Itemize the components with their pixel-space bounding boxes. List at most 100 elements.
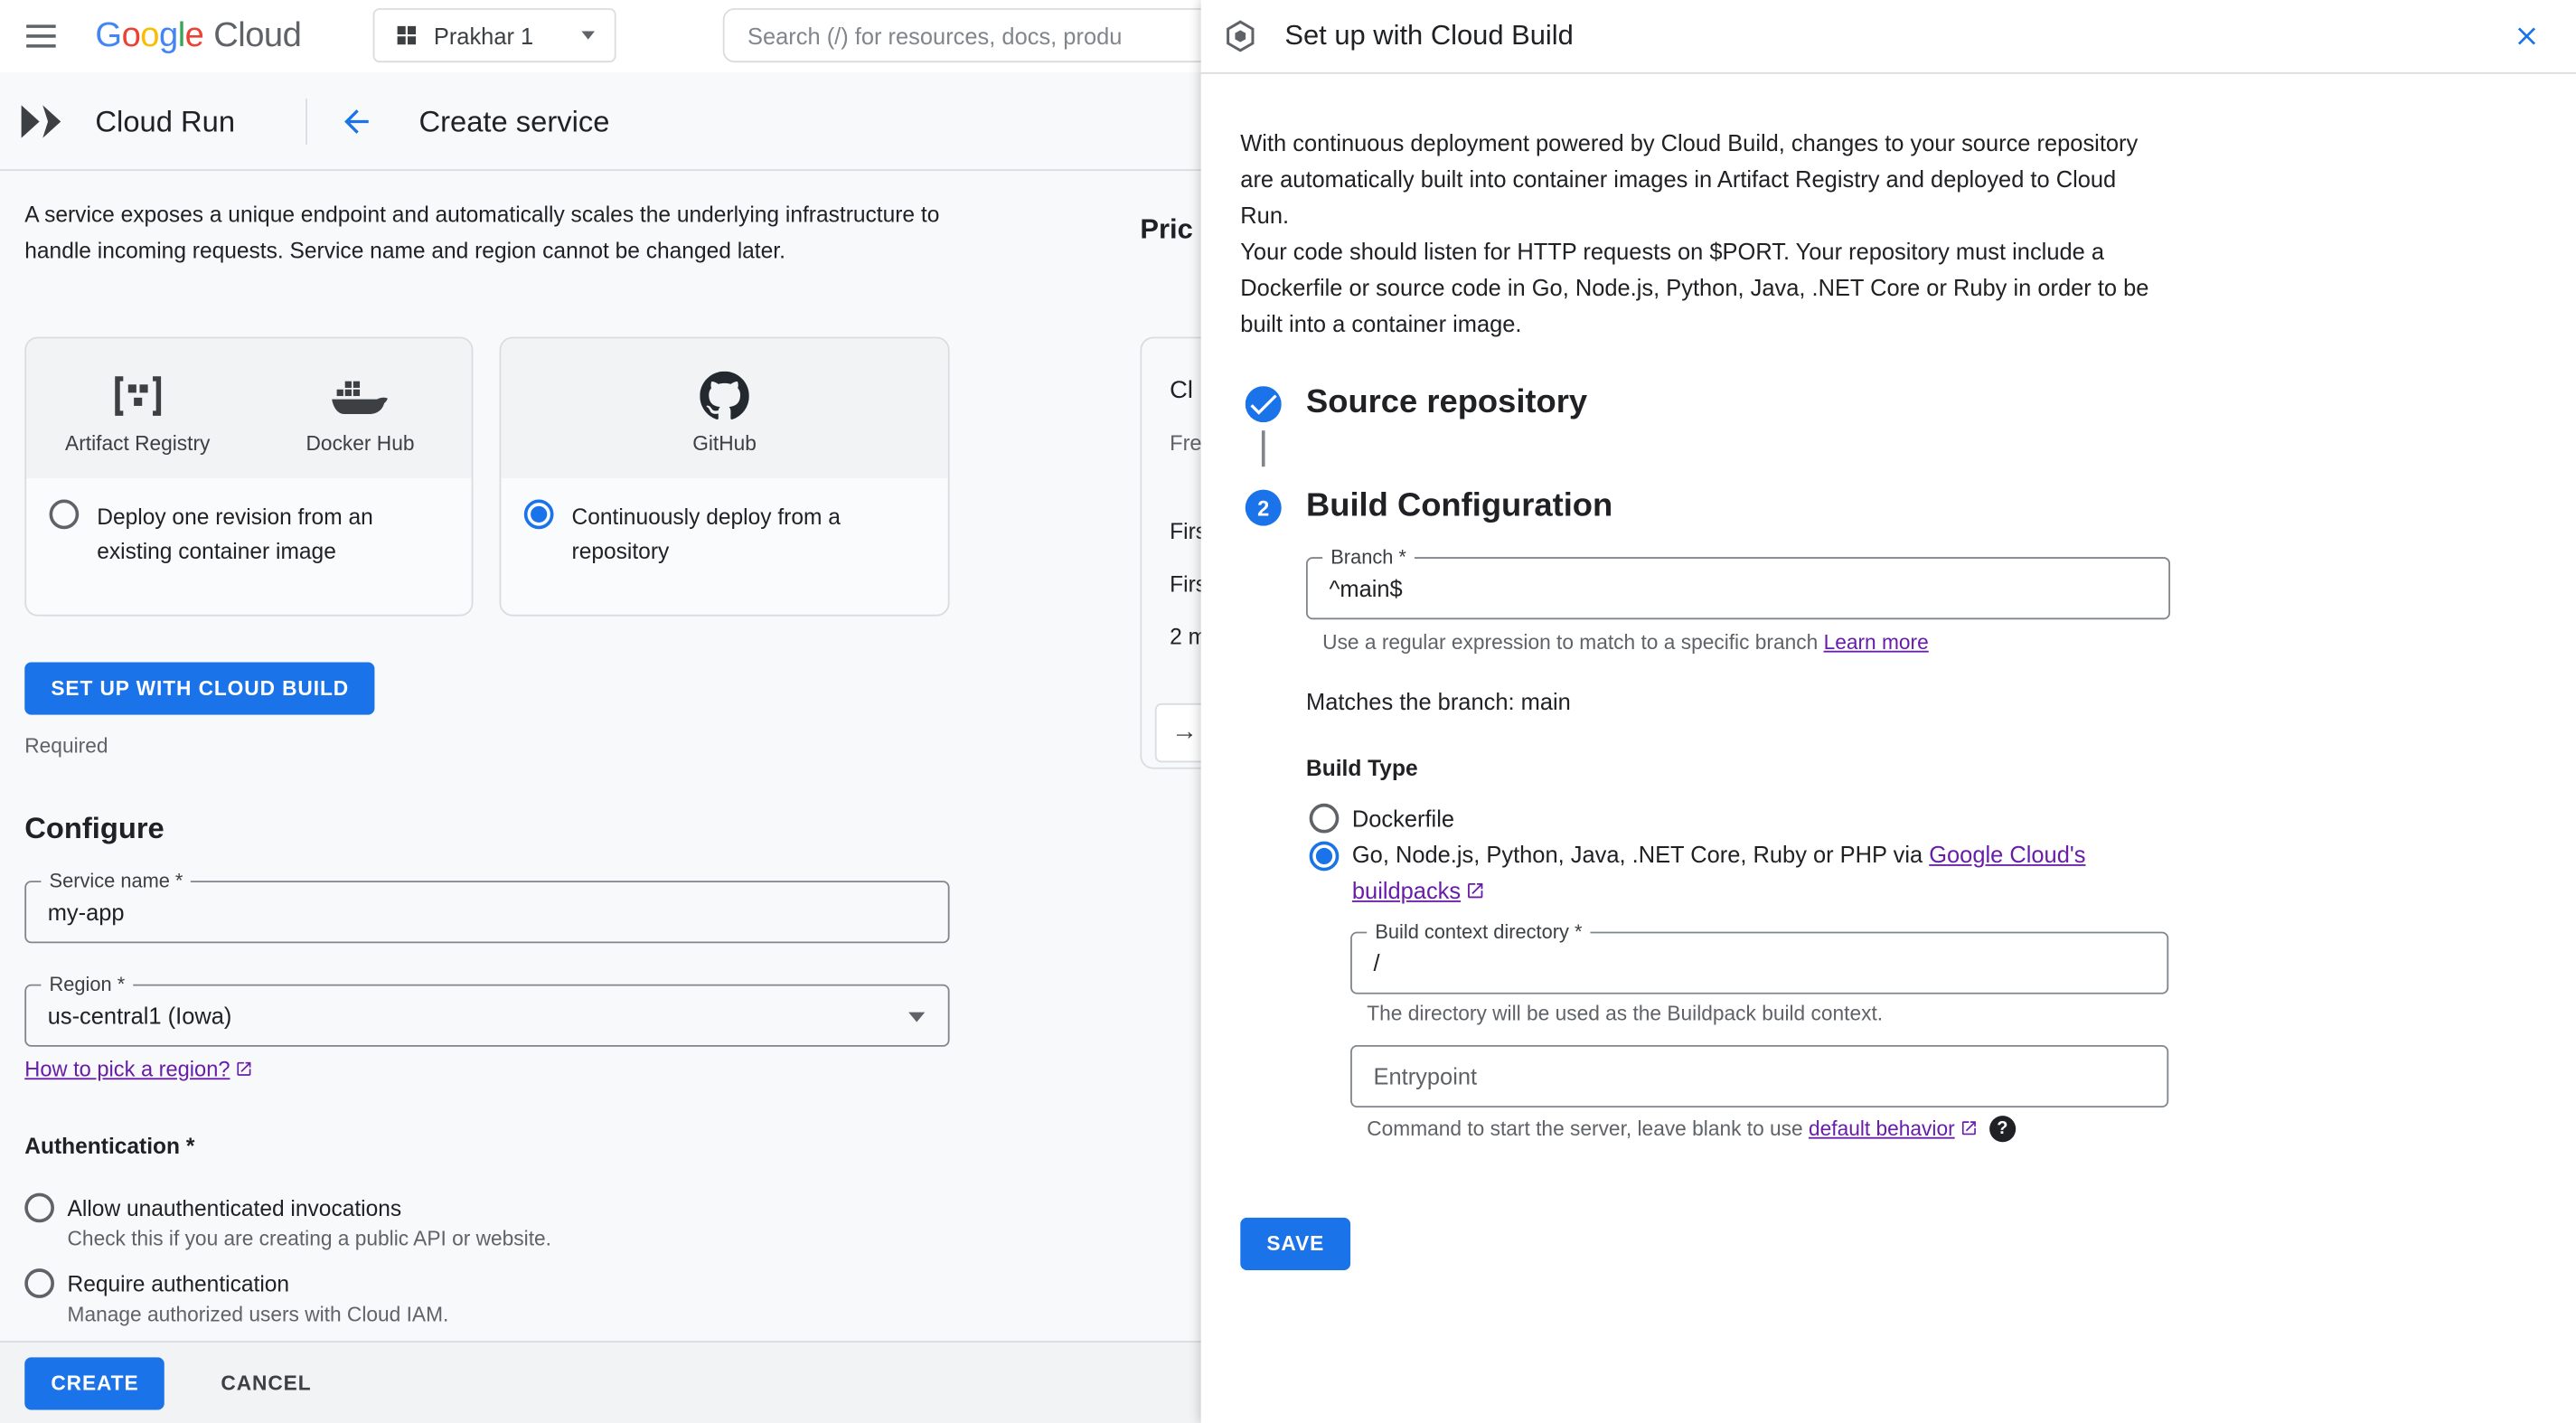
step1-complete-icon — [1245, 386, 1282, 423]
panel-intro: With continuous deployment powered by Cl… — [1240, 125, 2170, 342]
registry-options: Artifact Registry Docker Hub — [26, 338, 472, 478]
save-button[interactable]: SAVE — [1240, 1217, 1351, 1271]
branch-helper: Use a regular expression to match to a s… — [1322, 631, 1929, 654]
google-cloud-logo[interactable]: Google Cloud — [95, 0, 301, 72]
region-label: Region * — [41, 973, 134, 998]
buildpacks-option[interactable]: Go, Node.js, Python, Java, .NET Core, Ru… — [1309, 836, 2111, 909]
buildpacks-label: Go, Node.js, Python, Java, .NET Core, Ru… — [1352, 836, 2111, 909]
learn-more-link[interactable]: Learn more — [1824, 631, 1929, 654]
intro-text: A service exposes a unique endpoint and … — [24, 202, 940, 262]
branch-field[interactable]: Branch * — [1305, 545, 2171, 620]
build-type-label: Build Type — [1305, 756, 1418, 781]
dockerfile-label: Dockerfile — [1351, 805, 1455, 832]
region-help: How to pick a region? — [24, 1057, 253, 1081]
repository-radio-row[interactable]: Continuously deploy from a repository — [501, 478, 947, 590]
close-icon — [2517, 27, 2536, 45]
help-icon[interactable]: ? — [1988, 1116, 2016, 1143]
cloud-run-icon — [20, 104, 66, 148]
setup-cloud-build-button[interactable]: SET UP WITH CLOUD BUILD — [24, 662, 376, 715]
panel-header: Set up with Cloud Build — [1200, 0, 2576, 74]
stepper-connector — [1261, 430, 1265, 467]
step1-title: Source repository — [1305, 384, 1588, 421]
region-help-link[interactable]: How to pick a region? — [24, 1057, 253, 1081]
auth-required-label: Require authentication — [67, 1270, 290, 1296]
project-icon — [397, 25, 417, 45]
docker-hub-label: Docker Hub — [306, 432, 415, 456]
dockerfile-option[interactable]: Dockerfile — [1309, 803, 1455, 834]
artifact-registry-icon — [111, 372, 164, 421]
intro-paragraph-2: Your code should listen for HTTP request… — [1240, 238, 2149, 337]
chevron-down-icon — [908, 1012, 926, 1022]
default-behavior-link-text: default behavior — [1808, 1117, 1955, 1141]
configure-heading: Configure — [24, 811, 165, 845]
entrypoint-field[interactable] — [1350, 1044, 2169, 1108]
screen: Google Cloud Prakhar 1 Cloud Run Create … — [0, 0, 2576, 1423]
docker-hub-option[interactable]: Docker Hub — [249, 372, 471, 456]
entrypoint-input[interactable] — [1373, 1062, 2146, 1090]
radio-unchecked-icon — [24, 1268, 54, 1298]
service-name-field[interactable]: Service name * — [24, 869, 950, 944]
panel-title: Set up with Cloud Build — [1284, 19, 1574, 52]
artifact-registry-option[interactable]: Artifact Registry — [26, 372, 249, 456]
cloud-build-panel: Set up with Cloud Build With continuous … — [1200, 0, 2576, 1423]
cloud-logo-text: Cloud — [213, 16, 302, 54]
branch-helper-text: Use a regular expression to match to a s… — [1322, 630, 1824, 655]
chevron-down-icon — [581, 31, 595, 40]
pricing-card-subtitle: Fre — [1170, 430, 1202, 456]
branch-input[interactable] — [1329, 575, 2148, 602]
external-link-icon — [1468, 882, 1483, 899]
back-button[interactable] — [335, 100, 378, 143]
menu-button[interactable] — [20, 18, 62, 54]
radio-unchecked-icon — [49, 499, 80, 530]
existing-image-card: Artifact Registry Docker Hub Deploy one … — [24, 336, 474, 617]
external-link-icon — [237, 1061, 251, 1076]
branch-label: Branch * — [1322, 545, 1415, 570]
close-button[interactable] — [2504, 14, 2550, 60]
back-arrow-icon — [344, 109, 369, 134]
auth-unauthenticated-desc: Check this if you are creating a public … — [67, 1227, 551, 1251]
step2-number-badge: 2 — [1245, 489, 1282, 526]
hamburger-icon — [26, 24, 56, 48]
entrypoint-helper-text: Command to start the server, leave blank… — [1367, 1117, 1978, 1140]
build-context-helper: The directory will be used as the Buildp… — [1367, 1002, 1884, 1026]
buildpacks-label-prefix: Go, Node.js, Python, Java, .NET Core, Ru… — [1351, 841, 1930, 868]
branch-match-text: Matches the branch: main — [1305, 688, 1571, 715]
cancel-button[interactable]: CANCEL — [208, 1356, 324, 1409]
existing-image-radio-row[interactable]: Deploy one revision from an existing con… — [26, 478, 472, 590]
region-select[interactable]: Region * us-central1 (Iowa) — [24, 973, 950, 1047]
cloud-build-icon — [1222, 16, 1258, 56]
radio-unchecked-icon — [24, 1192, 54, 1223]
region-value: us-central1 (Iowa) — [47, 1002, 232, 1029]
github-icon — [700, 371, 749, 421]
auth-unauthenticated-option[interactable]: Allow unauthenticated invocations — [24, 1192, 402, 1223]
auth-required-desc: Manage authorized users with Cloud IAM. — [67, 1303, 449, 1326]
step2-title: Build Configuration — [1305, 487, 1613, 524]
artifact-registry-label: Artifact Registry — [65, 432, 211, 456]
external-link-icon — [1961, 1121, 1976, 1136]
entrypoint-helper-prefix: Command to start the server, leave blank… — [1367, 1117, 1809, 1141]
build-context-field[interactable]: Build context directory * — [1350, 919, 2169, 994]
pricing-heading: Pric — [1140, 213, 1193, 245]
auth-unauthenticated-label: Allow unauthenticated invocations — [67, 1195, 402, 1220]
service-name-input[interactable] — [47, 899, 927, 926]
github-label: GitHub — [692, 432, 757, 456]
radio-checked-icon — [1309, 841, 1340, 872]
repository-radio-label: Continuously deploy from a repository — [571, 504, 841, 564]
header-divider — [306, 99, 307, 145]
build-context-input[interactable] — [1373, 949, 2146, 976]
default-behavior-link[interactable]: default behavior — [1809, 1117, 1978, 1140]
service-name-label: Service name * — [41, 869, 192, 894]
radio-unchecked-icon — [1309, 803, 1340, 834]
auth-required-option[interactable]: Require authentication — [24, 1268, 289, 1298]
pricing-card-title: Cl — [1170, 376, 1193, 405]
authentication-heading: Authentication * — [24, 1134, 195, 1159]
project-selector[interactable]: Prakhar 1 — [372, 8, 616, 63]
repository-card: GitHub Continuously deploy from a reposi… — [499, 336, 950, 617]
required-note: Required — [24, 734, 108, 758]
google-logo-text: Google — [95, 16, 204, 54]
page-title: Create service — [418, 105, 610, 138]
github-option[interactable]: GitHub — [501, 371, 947, 456]
intro-paragraph-1: With continuous deployment powered by Cl… — [1240, 129, 2139, 229]
create-button[interactable]: CREATE — [24, 1356, 165, 1409]
build-context-label: Build context directory * — [1367, 919, 1591, 946]
